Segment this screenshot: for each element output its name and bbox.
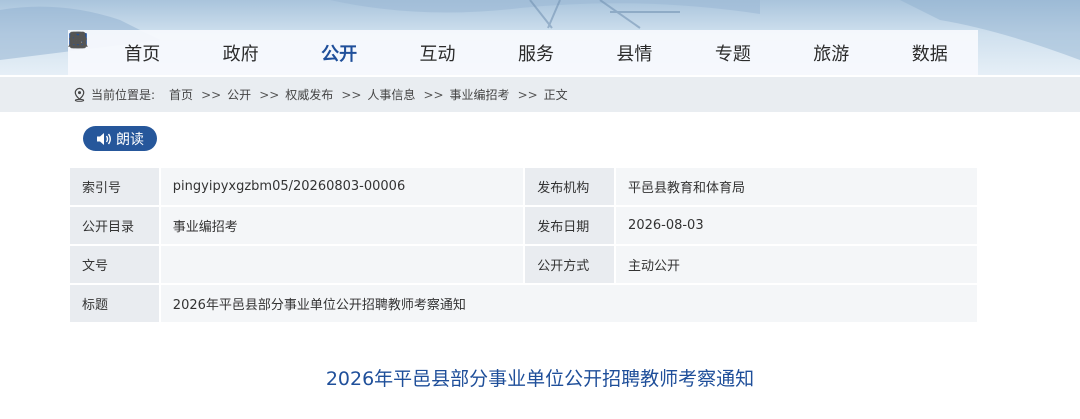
title-label: 标题 <box>68 283 161 324</box>
nav-label: 首页 <box>124 43 161 65</box>
breadcrumb-home[interactable]: 首页 <box>169 86 193 103</box>
document-info-table: 索引号 pingyipyxgzbm05/20260803-00006 发布机构 … <box>68 166 980 324</box>
home-icon <box>70 31 118 63</box>
header-banner: 首页 政府 公开 互动 服务 县情 专题 旅游 数据 <box>0 0 1080 75</box>
publish-date-label: 发布日期 <box>523 205 617 246</box>
nav-label: 服务 <box>517 43 554 65</box>
nav-item-tourism[interactable]: 旅游 <box>68 31 850 66</box>
nav-label: 公开 <box>321 43 358 65</box>
table-row: 标题 2026年平邑县部分事业单位公开招聘教师考察通知 <box>68 283 980 324</box>
building-icon <box>70 32 610 63</box>
service-icon <box>69 31 512 63</box>
breadcrumb-bar: 当前位置是: 首页 >> 公开 >> 权威发布 >> 人事信息 >> 事业编招考… <box>0 77 1080 112</box>
catalog-label: 公开目录 <box>68 205 161 246</box>
breadcrumb-separator: >> <box>201 87 222 102</box>
document-number-label: 文号 <box>68 244 161 285</box>
breadcrumb-separator: >> <box>423 87 444 102</box>
breadcrumb-prefix: 当前位置是: <box>91 88 156 102</box>
index-number-label: 索引号 <box>68 166 161 207</box>
nav-label: 旅游 <box>813 43 850 65</box>
location-pin-icon <box>74 87 85 102</box>
breadcrumb-authoritative-release[interactable]: 权威发布 <box>285 86 333 103</box>
breadcrumb-current: 正文 <box>543 88 568 102</box>
monitor-icon <box>69 32 217 63</box>
disclosure-method-label: 公开方式 <box>523 244 617 285</box>
nav-item-interaction[interactable]: 互动 <box>68 32 456 66</box>
nav-item-county-info[interactable]: 县情 <box>70 32 653 66</box>
breadcrumb: 当前位置是: 首页 >> 公开 >> 权威发布 >> 人事信息 >> 事业编招考… <box>72 77 574 112</box>
breadcrumb-recruitment[interactable]: 事业编招考 <box>450 86 510 103</box>
read-aloud-label: 朗读 <box>116 131 144 148</box>
nav-label: 政府 <box>222 43 259 65</box>
breadcrumb-personnel-info[interactable]: 人事信息 <box>367 86 415 103</box>
nav-item-public[interactable]: 公开 <box>69 33 358 66</box>
nav-item-service[interactable]: 服务 <box>69 31 554 66</box>
read-aloud-button[interactable]: 朗读 <box>83 126 157 151</box>
main-nav: 首页 政府 公开 互动 服务 县情 专题 旅游 数据 <box>68 30 978 75</box>
nav-label: 县情 <box>616 43 653 65</box>
publish-date-value: 2026-08-03 <box>614 205 979 246</box>
disclosure-method-value: 主动公开 <box>614 244 979 285</box>
nav-label: 数据 <box>911 43 948 65</box>
nav-item-home[interactable]: 首页 <box>70 31 161 66</box>
publisher-label: 发布机构 <box>523 166 617 207</box>
nav-item-topics[interactable]: 专题 <box>71 31 751 66</box>
mountain-icon <box>68 31 807 63</box>
handshake-icon <box>68 32 414 63</box>
book-icon <box>69 33 315 63</box>
nav-label: 专题 <box>714 43 751 65</box>
star-doc-icon <box>71 31 709 63</box>
article-title: 2026年平邑县部分事业单位公开招聘教师考察通知 <box>325 368 755 390</box>
nav-label: 互动 <box>419 43 456 65</box>
table-row: 文号 公开方式 主动公开 <box>68 244 979 285</box>
speaker-icon <box>97 132 111 145</box>
breadcrumb-separator: >> <box>341 87 362 102</box>
table-row: 索引号 pingyipyxgzbm05/20260803-00006 发布机构 … <box>68 166 979 207</box>
index-number-value: pingyipyxgzbm05/20260803-00006 <box>158 166 526 207</box>
nav-item-government[interactable]: 政府 <box>69 32 259 66</box>
database-icon <box>71 31 906 63</box>
title-value: 2026年平邑县部分事业单位公开招聘教师考察通知 <box>158 283 980 324</box>
publisher-value: 平邑县教育和体育局 <box>614 166 979 207</box>
breadcrumb-separator: >> <box>517 87 538 102</box>
catalog-value: 事业编招考 <box>158 205 526 246</box>
nav-item-data[interactable]: 数据 <box>71 31 948 66</box>
document-number-value <box>158 244 526 285</box>
table-row: 公开目录 事业编招考 发布日期 2026-08-03 <box>68 205 979 246</box>
breadcrumb-public[interactable]: 公开 <box>227 86 251 103</box>
breadcrumb-separator: >> <box>259 87 280 102</box>
